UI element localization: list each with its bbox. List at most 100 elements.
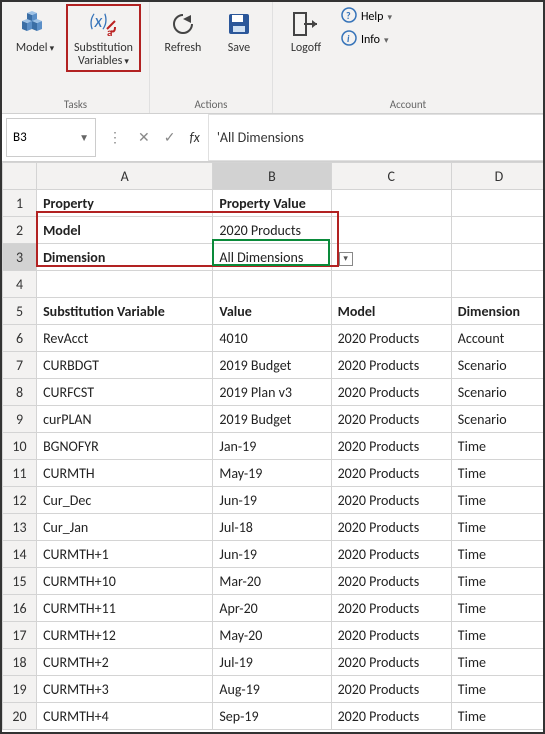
table-cell[interactable]: 2020 Products bbox=[331, 568, 451, 595]
table-cell[interactable]: 2020 Products bbox=[331, 406, 451, 433]
row-header[interactable]: 13 bbox=[3, 514, 37, 541]
cell[interactable] bbox=[331, 217, 451, 244]
row-header[interactable]: 9 bbox=[3, 406, 37, 433]
fx-icon[interactable]: fx bbox=[189, 129, 199, 146]
cell-property-key[interactable]: Model bbox=[37, 217, 213, 244]
table-cell[interactable]: CURMTH+4 bbox=[37, 703, 213, 730]
logoff-button[interactable]: Logoff bbox=[281, 4, 331, 59]
row-header[interactable]: 20 bbox=[3, 703, 37, 730]
name-box[interactable]: B3 ▼ bbox=[6, 118, 96, 157]
row-header[interactable]: 14 bbox=[3, 541, 37, 568]
refresh-button[interactable]: Refresh bbox=[158, 4, 208, 59]
table-cell[interactable]: 2020 Products bbox=[331, 622, 451, 649]
table-cell[interactable]: CURMTH+12 bbox=[37, 622, 213, 649]
table-cell[interactable]: Time bbox=[451, 622, 543, 649]
row-header[interactable]: 17 bbox=[3, 622, 37, 649]
table-cell[interactable]: CURMTH+2 bbox=[37, 649, 213, 676]
table-cell[interactable]: Sep-19 bbox=[213, 703, 331, 730]
table-cell[interactable]: Scenario bbox=[451, 352, 543, 379]
table-cell[interactable]: CURMTH+10 bbox=[37, 568, 213, 595]
table-cell[interactable]: Time bbox=[451, 676, 543, 703]
table-cell[interactable]: Jun-19 bbox=[213, 487, 331, 514]
table-header[interactable]: Dimension bbox=[451, 298, 543, 325]
table-cell[interactable]: Time bbox=[451, 487, 543, 514]
substitution-variables-button[interactable]: (x) a Substitution Variables ▾ bbox=[66, 4, 141, 72]
cell-property-value-header[interactable]: Property Value bbox=[213, 190, 331, 217]
table-cell[interactable]: Time bbox=[451, 568, 543, 595]
save-button[interactable]: Save bbox=[214, 4, 264, 59]
col-header-B[interactable]: B bbox=[213, 163, 331, 190]
row-header[interactable]: 1 bbox=[3, 190, 37, 217]
table-cell[interactable]: 2019 Budget bbox=[213, 352, 331, 379]
table-cell[interactable]: CURBDGT bbox=[37, 352, 213, 379]
cell[interactable] bbox=[213, 271, 331, 298]
table-cell[interactable]: BGNOFYR bbox=[37, 433, 213, 460]
table-cell[interactable]: Time bbox=[451, 703, 543, 730]
table-cell[interactable]: 2020 Products bbox=[331, 595, 451, 622]
row-header[interactable]: 6 bbox=[3, 325, 37, 352]
row-header[interactable]: 7 bbox=[3, 352, 37, 379]
table-cell[interactable]: 2019 Budget bbox=[213, 406, 331, 433]
table-cell[interactable]: Jun-19 bbox=[213, 541, 331, 568]
row-header[interactable]: 4 bbox=[3, 271, 37, 298]
cell[interactable] bbox=[331, 190, 451, 217]
cell-property-value[interactable]: All Dimensions▾ bbox=[213, 244, 331, 271]
table-cell[interactable]: May-20 bbox=[213, 622, 331, 649]
cell[interactable] bbox=[451, 217, 543, 244]
cell[interactable] bbox=[451, 190, 543, 217]
cell[interactable] bbox=[37, 271, 213, 298]
cell[interactable] bbox=[331, 271, 451, 298]
cell-property-header[interactable]: Property bbox=[37, 190, 213, 217]
row-header[interactable]: 11 bbox=[3, 460, 37, 487]
help-button[interactable]: ? Help ▾ bbox=[337, 6, 396, 28]
col-header-A[interactable]: A bbox=[37, 163, 213, 190]
table-cell[interactable]: CURMTH+3 bbox=[37, 676, 213, 703]
table-cell[interactable]: Time bbox=[451, 433, 543, 460]
table-cell[interactable]: 2020 Products bbox=[331, 433, 451, 460]
accept-icon[interactable]: ✓ bbox=[164, 129, 176, 146]
table-cell[interactable]: RevAcct bbox=[37, 325, 213, 352]
worksheet-area[interactable]: A B C D 1PropertyProperty Value2Model202… bbox=[2, 162, 543, 732]
table-cell[interactable]: 2020 Products bbox=[331, 325, 451, 352]
col-header-C[interactable]: C bbox=[331, 163, 451, 190]
cell[interactable] bbox=[451, 244, 543, 271]
table-cell[interactable]: CURFCST bbox=[37, 379, 213, 406]
dropdown-icon[interactable]: ▾ bbox=[339, 252, 353, 266]
cell-property-value[interactable]: 2020 Products bbox=[213, 217, 331, 244]
table-cell[interactable]: curPLAN bbox=[37, 406, 213, 433]
table-cell[interactable]: Mar-20 bbox=[213, 568, 331, 595]
table-cell[interactable]: 2020 Products bbox=[331, 514, 451, 541]
cell-property-key[interactable]: Dimension bbox=[37, 244, 213, 271]
row-header[interactable]: 16 bbox=[3, 595, 37, 622]
table-header[interactable]: Value bbox=[213, 298, 331, 325]
row-header[interactable]: 3 bbox=[3, 244, 37, 271]
table-cell[interactable]: CURMTH+1 bbox=[37, 541, 213, 568]
table-cell[interactable]: Aug-19 bbox=[213, 676, 331, 703]
table-cell[interactable]: 2020 Products bbox=[331, 487, 451, 514]
select-all-corner[interactable] bbox=[3, 163, 37, 190]
table-header[interactable]: Model bbox=[331, 298, 451, 325]
table-cell[interactable]: 2020 Products bbox=[331, 676, 451, 703]
model-button[interactable]: Model ▾ bbox=[10, 4, 60, 59]
table-cell[interactable]: 2020 Products bbox=[331, 460, 451, 487]
table-cell[interactable]: 2020 Products bbox=[331, 649, 451, 676]
row-header[interactable]: 15 bbox=[3, 568, 37, 595]
row-header[interactable]: 8 bbox=[3, 379, 37, 406]
table-cell[interactable]: Scenario bbox=[451, 379, 543, 406]
row-header[interactable]: 19 bbox=[3, 676, 37, 703]
table-cell[interactable]: 2019 Plan v3 bbox=[213, 379, 331, 406]
cancel-icon[interactable]: ✕ bbox=[138, 129, 150, 146]
row-header[interactable]: 18 bbox=[3, 649, 37, 676]
table-cell[interactable]: Time bbox=[451, 541, 543, 568]
col-header-D[interactable]: D bbox=[451, 163, 543, 190]
row-header[interactable]: 12 bbox=[3, 487, 37, 514]
table-cell[interactable]: 2020 Products bbox=[331, 703, 451, 730]
table-cell[interactable]: CURMTH+11 bbox=[37, 595, 213, 622]
table-cell[interactable]: 2020 Products bbox=[331, 379, 451, 406]
table-header[interactable]: Substitution Variable bbox=[37, 298, 213, 325]
table-cell[interactable]: Jan-19 bbox=[213, 433, 331, 460]
formula-input[interactable]: 'All Dimensions bbox=[208, 114, 543, 161]
table-cell[interactable]: Account bbox=[451, 325, 543, 352]
row-header[interactable]: 2 bbox=[3, 217, 37, 244]
table-cell[interactable]: Scenario bbox=[451, 406, 543, 433]
